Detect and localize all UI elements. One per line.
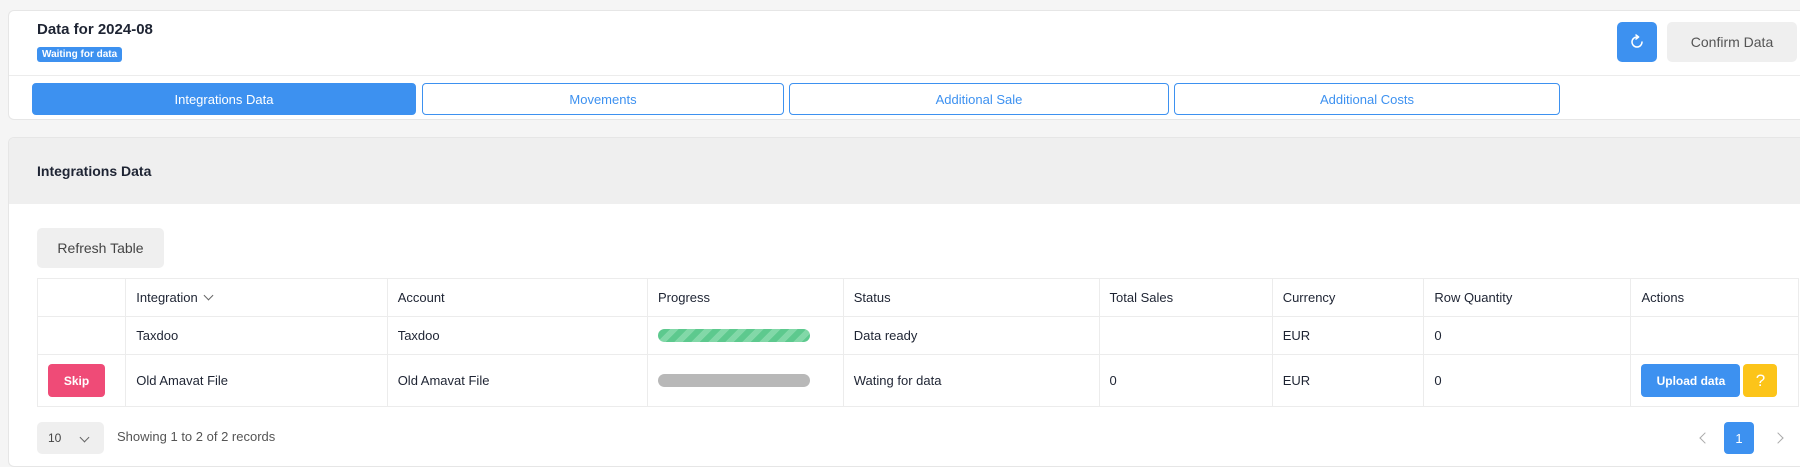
table-cell: Taxdoo: [386, 316, 648, 355]
column-header: Total Sales: [1098, 278, 1273, 317]
table-cell: 0: [1423, 354, 1632, 407]
page-size-value: 10: [48, 431, 62, 445]
column-header: Currency: [1271, 278, 1425, 317]
table-cell: EUR: [1271, 316, 1425, 355]
integrations-card: Integrations Data Refresh Table Integrat…: [8, 137, 1800, 467]
column-header: Actions: [1630, 278, 1799, 317]
table-cell: [646, 354, 844, 407]
table-cell: Data ready: [842, 316, 1100, 355]
column-header: [36, 278, 127, 317]
table-cell: 0: [1423, 316, 1632, 355]
table-cell: Wating for data: [842, 354, 1100, 407]
table-cell: 0: [1098, 354, 1273, 407]
table-cell: [1098, 316, 1273, 355]
progress-bar: [657, 329, 810, 342]
table-cell: Old Amavat File: [125, 354, 388, 407]
help-button[interactable]: ?: [1743, 364, 1778, 397]
tab-movements[interactable]: Movements: [422, 83, 784, 115]
column-header: Progress: [646, 278, 844, 317]
chevron-down-icon: [79, 432, 90, 443]
section-title: Integrations Data: [9, 138, 1800, 204]
refresh-button[interactable]: [1617, 22, 1657, 62]
upload-data-button[interactable]: Upload data: [1641, 364, 1741, 397]
table-cell: [646, 316, 844, 355]
table-cell: Old Amavat File: [386, 354, 648, 407]
tab-additional-sale[interactable]: Additional Sale: [789, 83, 1169, 115]
refresh-icon: [1631, 34, 1643, 48]
tab-integrations-data[interactable]: Integrations Data: [32, 83, 416, 115]
table-cell: Taxdoo: [125, 316, 388, 355]
table-cell: EUR: [1271, 354, 1425, 407]
table-cell: [1630, 316, 1799, 355]
status-badge: Waiting for data: [37, 47, 123, 62]
table-row: Taxdoo Taxdoo Data ready EUR 0: [36, 316, 1799, 355]
refresh-table-button[interactable]: Refresh Table: [37, 228, 164, 268]
table-cell: [36, 316, 127, 355]
column-header-integration[interactable]: Integration: [125, 278, 388, 317]
column-label: Integration: [136, 290, 198, 305]
skip-button[interactable]: Skip: [48, 364, 105, 397]
chevron-down-icon: [203, 290, 214, 301]
table-cell: Upload data?: [1630, 354, 1799, 407]
chevron-right-icon[interactable]: [1772, 432, 1784, 444]
tab-additional-costs[interactable]: Additional Costs: [1174, 83, 1560, 115]
integrations-table: Integration Account Progress Status Tota…: [36, 278, 1799, 407]
column-header: Status: [842, 278, 1100, 317]
page-title: Data for 2024-08: [37, 21, 153, 38]
column-header: Account: [386, 278, 648, 317]
table-row: Skip Old Amavat File Old Amavat File Wat…: [36, 354, 1799, 407]
chevron-left-icon[interactable]: [1699, 432, 1711, 444]
table-header-row: Integration Account Progress Status Tota…: [36, 278, 1799, 317]
column-header: Row Quantity: [1423, 278, 1632, 317]
records-summary: Showing 1 to 2 of 2 records: [117, 429, 276, 444]
progress-bar: [657, 374, 810, 387]
page-size-select[interactable]: 10: [37, 422, 104, 454]
confirm-data-button[interactable]: Confirm Data: [1667, 22, 1797, 62]
page-number-current[interactable]: 1: [1724, 422, 1754, 454]
table-cell: Skip: [36, 354, 127, 407]
period-header-card: Data for 2024-08 Waiting for data Confir…: [8, 10, 1800, 120]
divider: [9, 75, 1800, 76]
